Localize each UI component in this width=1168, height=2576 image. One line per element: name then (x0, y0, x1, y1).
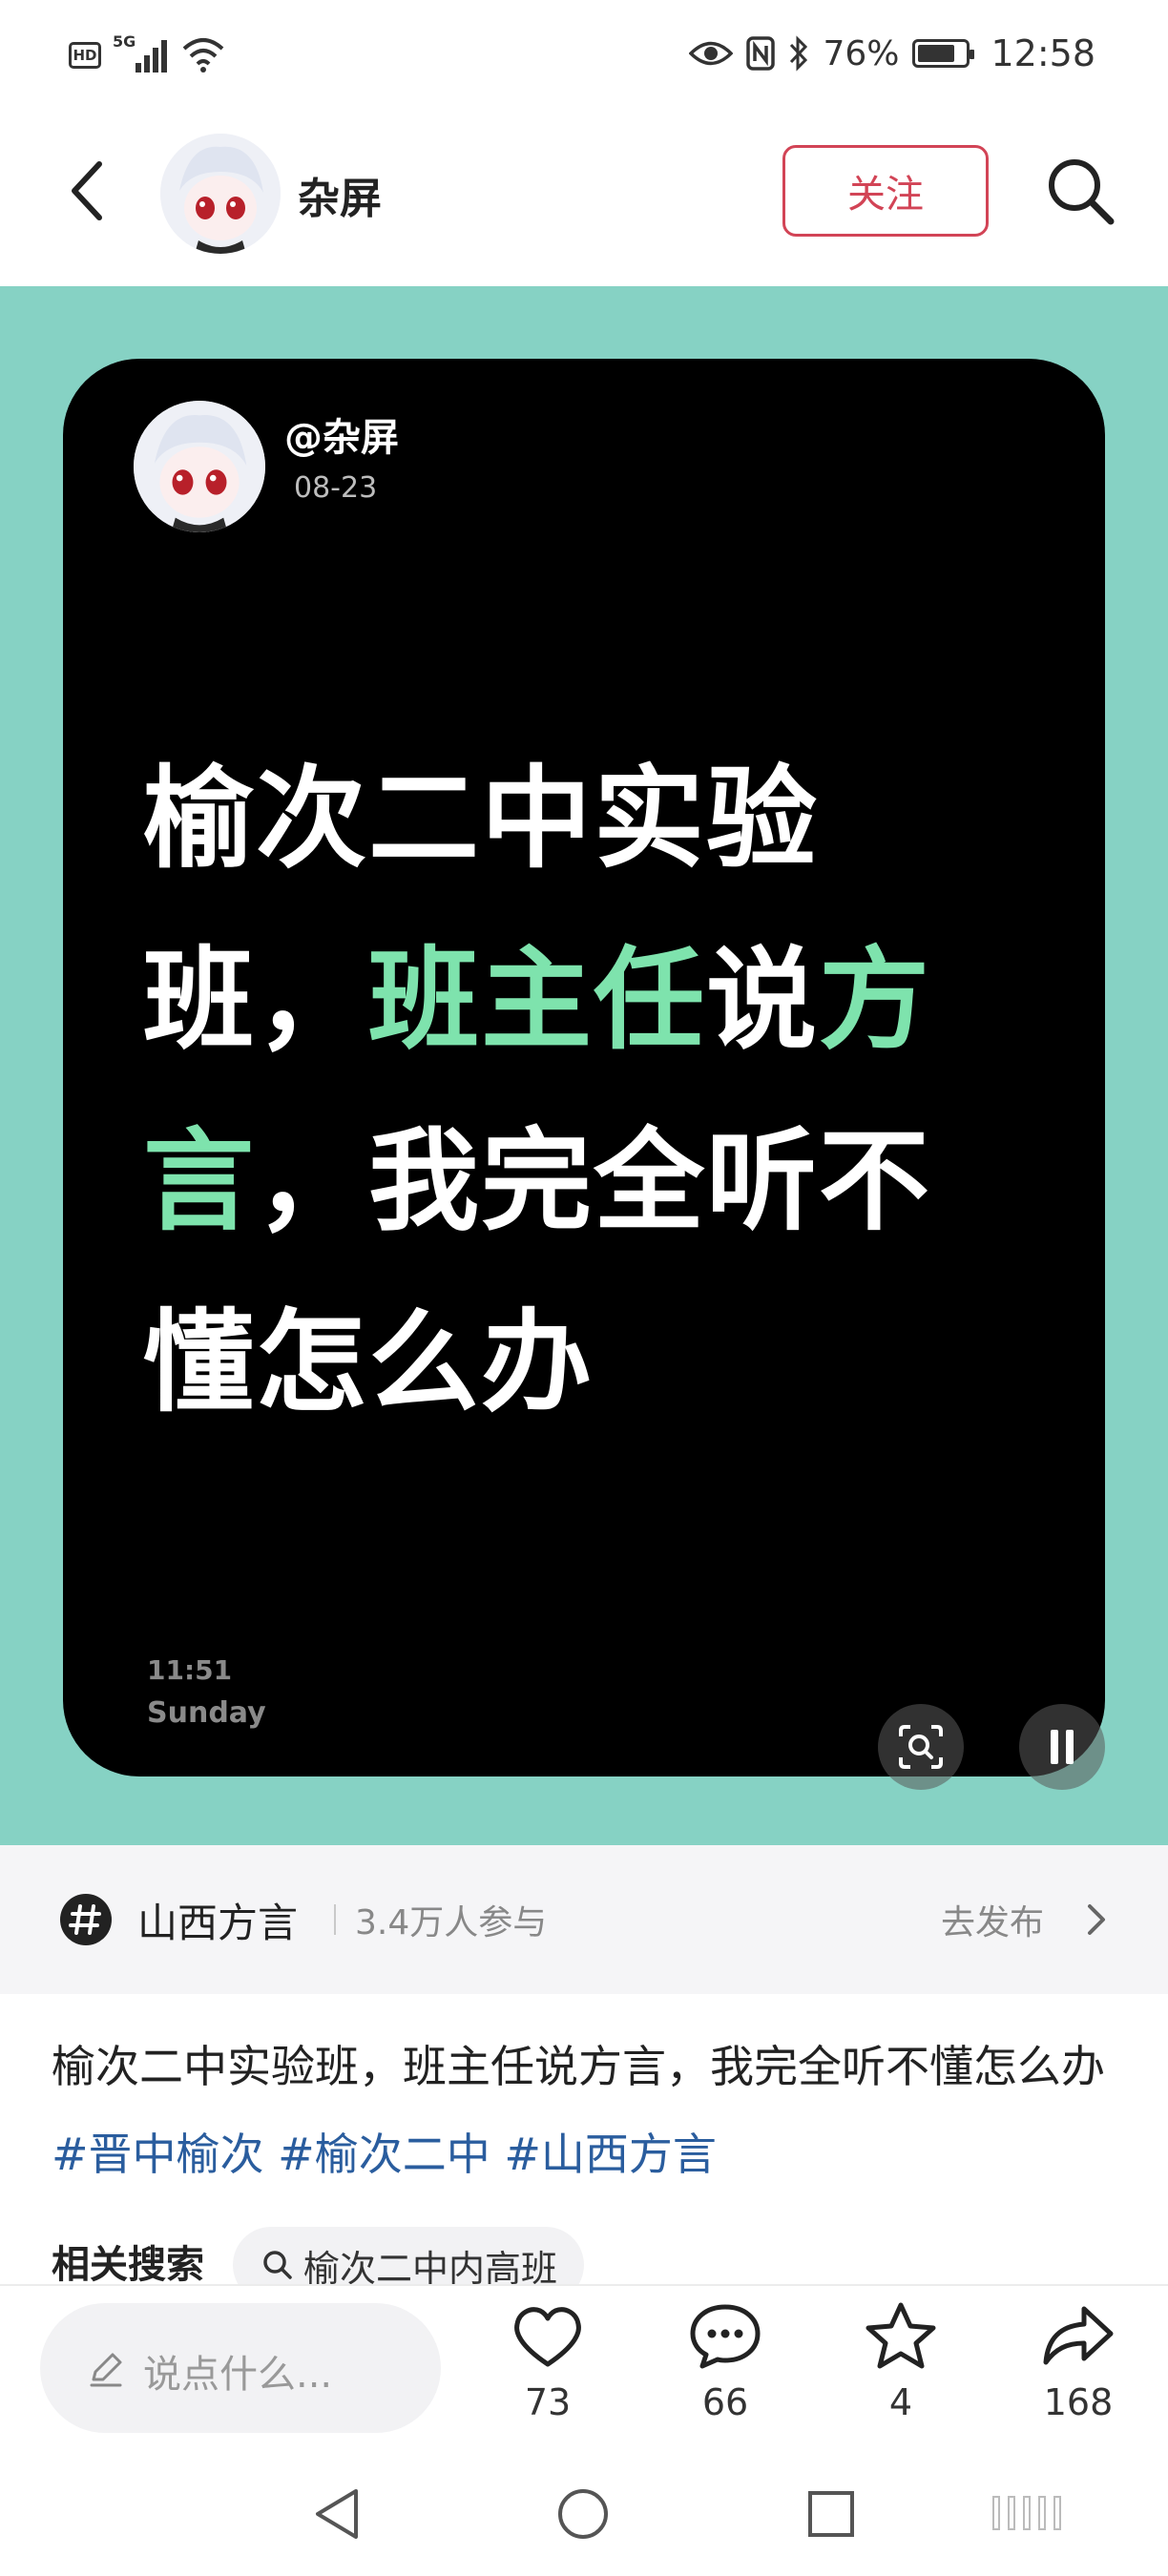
post-description: 榆次二中实验班，班主任说方言，我完全听不懂怎么办 #晋中榆次 #榆次二中 #山西方… (52, 2023, 1120, 2198)
related-search-chip[interactable]: 榆次二中内高班 (233, 2227, 585, 2285)
related-chip-label: 榆次二中内高班 (303, 2247, 558, 2285)
battery-percent: 76% (823, 33, 900, 73)
star-icon (866, 2302, 936, 2369)
status-bar-right: 76% 12:58 (689, 32, 1095, 74)
hashtag-link[interactable]: #榆次二中 (278, 2129, 490, 2180)
heart-icon (514, 2307, 581, 2367)
like-button[interactable]: 73 (490, 2299, 605, 2442)
card-clock: 11:51 (147, 1654, 233, 1686)
share-count: 168 (1043, 2381, 1114, 2423)
signal-icon: 5G (113, 32, 170, 74)
search-icon (263, 2251, 292, 2279)
headline-seg-2-highlight: 班主任 (368, 936, 706, 1065)
triangle-back-icon (316, 2489, 358, 2539)
related-searches: 相关搜索 榆次二中内高班 (52, 2227, 585, 2285)
hd-badge: HD (69, 42, 101, 69)
comment-input[interactable]: 说点什么... (40, 2303, 441, 2433)
topic-name[interactable]: 山西方言 (137, 1891, 298, 1949)
related-label: 相关搜索 (52, 2243, 204, 2284)
hashtag-icon (60, 1894, 112, 1945)
comment-count: 66 (701, 2381, 749, 2423)
pause-icon (1051, 1730, 1074, 1764)
watermark-mark (992, 2496, 1061, 2530)
chat-bubble-icon (690, 2304, 761, 2369)
card-headline: 榆次二中实验班，班主任说方言，我完全听不懂怎么办 (143, 729, 1002, 1454)
nav-home-button[interactable] (550, 2481, 616, 2547)
share-arrow-icon (1043, 2306, 1114, 2365)
headline-seg-3: 说 (706, 936, 819, 1065)
topic-strip[interactable]: 山西方言 3.4万人参与 去发布 (0, 1845, 1168, 1994)
nav-recents-button[interactable] (798, 2481, 865, 2547)
comment-button[interactable]: 66 (668, 2299, 782, 2442)
follow-button[interactable]: 关注 (782, 145, 989, 237)
back-button[interactable] (55, 153, 122, 229)
chevron-right-icon (1088, 1904, 1105, 1935)
eye-icon (689, 41, 734, 66)
topic-divider (334, 1904, 336, 1935)
search-icon (1049, 159, 1115, 225)
system-nav-bar (0, 2452, 1168, 2576)
image-card: @杂屏 08-23 榆次二中实验班，班主任说方言，我完全听不懂怎么办 11:51… (63, 359, 1105, 1776)
nfc-icon (746, 36, 776, 71)
circle-home-icon (558, 2489, 608, 2539)
hashtag-link[interactable]: #山西方言 (504, 2129, 717, 2180)
card-date: 08-23 (294, 471, 378, 505)
status-bar-left: HD 5G (69, 32, 225, 74)
topic-participants: 3.4万人参与 (355, 1903, 548, 1942)
description-text: 榆次二中实验班，班主任说方言，我完全听不懂怎么办 (52, 2041, 1105, 2092)
like-count: 73 (524, 2381, 572, 2423)
share-button[interactable]: 168 (1021, 2299, 1136, 2442)
card-day: Sunday (147, 1696, 266, 1730)
pencil-icon (90, 2353, 122, 2387)
author-avatar[interactable] (160, 134, 281, 254)
card-handle: @杂屏 (284, 416, 399, 460)
favorite-button[interactable]: 4 (844, 2299, 958, 2442)
card-avatar (134, 401, 265, 532)
author-name[interactable]: 杂屏 (298, 164, 382, 225)
scan-search-icon (899, 1725, 943, 1769)
bottom-action-bar: 说点什么... 73 66 4 168 (0, 2284, 1168, 2452)
headline-seg-5: ，我完全听不懂怎么办 (143, 1117, 931, 1427)
go-publish-link[interactable]: 去发布 (941, 1895, 1044, 1944)
battery-icon (912, 39, 975, 68)
search-button[interactable] (1040, 151, 1120, 231)
pause-button[interactable] (1019, 1704, 1105, 1790)
chevron-left-icon (72, 161, 102, 220)
wifi-icon (182, 38, 224, 73)
favorite-count: 4 (888, 2381, 913, 2423)
bluetooth-icon (790, 35, 808, 72)
nav-back-button[interactable] (303, 2481, 370, 2547)
status-bar: HD 5G 76% 12:58 (0, 0, 1168, 114)
image-search-button[interactable] (878, 1704, 964, 1790)
hashtag-link[interactable]: #晋中榆次 (52, 2129, 264, 2180)
post-header: 杂屏 关注 (0, 114, 1168, 286)
square-recents-icon (808, 2491, 854, 2537)
clock: 12:58 (991, 32, 1095, 74)
comment-placeholder: 说点什么... (143, 2353, 333, 2397)
post-image[interactable]: @杂屏 08-23 榆次二中实验班，班主任说方言，我完全听不懂怎么办 11:51… (0, 286, 1168, 1845)
